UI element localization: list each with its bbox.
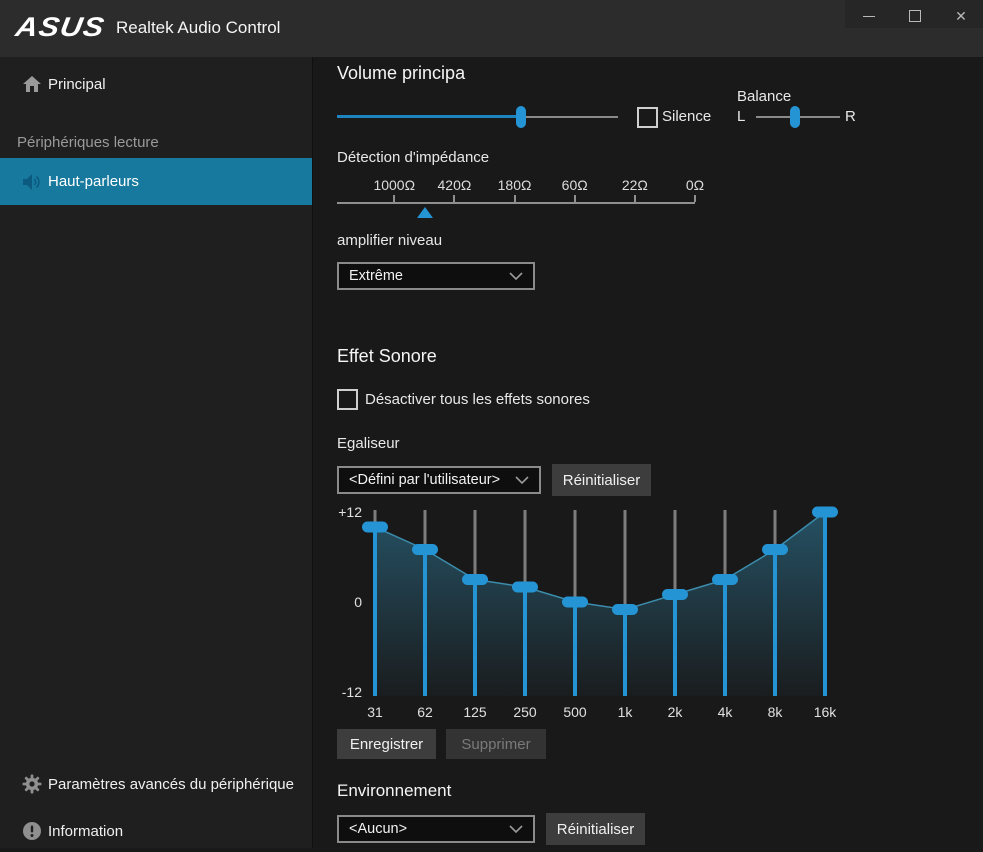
amplifier-select[interactable]: Extrême (337, 262, 535, 290)
impedance-scale-line (337, 202, 695, 204)
chevron-down-icon (509, 272, 523, 280)
window-title: Realtek Audio Control (116, 18, 280, 38)
sidebar-item-speakers[interactable]: Haut-parleurs (0, 158, 312, 205)
chevron-down-icon (509, 825, 523, 833)
eq-frequency-label: 2k (668, 704, 684, 720)
minimize-button[interactable] (852, 4, 886, 28)
impedance-marker-icon (417, 207, 433, 218)
asus-logo: ASUS (13, 12, 107, 43)
sidebar: Principal Périphériques lecture Haut-par… (0, 57, 313, 848)
impedance-label: Détection d'impédance (337, 149, 489, 166)
impedance-tick-mark (574, 195, 576, 202)
amplifier-select-value: Extrême (349, 268, 509, 284)
equalizer-chart[interactable]: +12 0 -12 31 62 125 250 500 1k 2k 4k 8k 16k (330, 503, 890, 728)
volume-slider-thumb[interactable] (516, 106, 526, 128)
volume-slider-fill (337, 115, 521, 118)
eq-ytick-label: +12 (338, 504, 362, 520)
gear-icon (22, 774, 42, 794)
maximize-button[interactable] (898, 4, 932, 28)
eq-band-thumb[interactable] (662, 589, 688, 600)
eq-frequency-label: 31 (367, 704, 383, 720)
maximize-icon (909, 10, 921, 22)
disable-effects-label: Désactiver tous les effets sonores (365, 391, 590, 408)
silence-checkbox[interactable] (637, 107, 658, 128)
amplifier-label: amplifier niveau (337, 232, 442, 249)
eq-frequency-label: 8k (768, 704, 784, 720)
eq-frequency-label: 62 (417, 704, 433, 720)
eq-band-thumb[interactable] (462, 574, 488, 585)
equalizer-save-button[interactable]: Enregistrer (337, 729, 436, 759)
impedance-tick-label: 60Ω (562, 177, 588, 193)
impedance-tick-label: 420Ω (438, 177, 472, 193)
eq-frequency-label: 125 (463, 704, 487, 720)
impedance-tick-label: 180Ω (498, 177, 532, 193)
impedance-tick-label: 1000Ω (373, 177, 415, 193)
eq-band-thumb[interactable] (612, 604, 638, 615)
eq-ytick-label: -12 (342, 684, 362, 700)
impedance-tick-mark (634, 195, 636, 202)
volume-slider[interactable] (337, 105, 618, 129)
eq-band-thumb[interactable] (362, 522, 388, 533)
chevron-down-icon (515, 476, 529, 484)
close-icon: ✕ (955, 8, 967, 25)
minimize-icon (863, 16, 875, 17)
volume-title: Volume principa (337, 63, 465, 84)
effects-title: Effet Sonore (337, 346, 437, 367)
impedance-tick-label: 0Ω (686, 177, 704, 193)
balance-label: Balance (737, 88, 791, 105)
eq-frequency-label: 4k (718, 704, 734, 720)
balance-slider[interactable] (756, 105, 840, 129)
eq-band-thumb[interactable] (812, 507, 838, 518)
equalizer-delete-button[interactable]: Supprimer (446, 729, 546, 759)
environment-reset-button[interactable]: Réinitialiser (546, 813, 645, 845)
sidebar-item-label: Information (48, 823, 123, 840)
impedance-tick-label: 22Ω (622, 177, 648, 193)
equalizer-preset-select[interactable]: <Défini par l'utilisateur> (337, 466, 541, 494)
eq-frequency-label: 1k (618, 704, 634, 720)
speaker-icon (20, 171, 42, 193)
sidebar-item-principal[interactable]: Principal (0, 63, 312, 105)
impedance-tick-mark (453, 195, 455, 202)
impedance-tick-mark (393, 195, 395, 202)
eq-band-thumb[interactable] (562, 597, 588, 608)
eq-frequency-label: 16k (814, 704, 838, 720)
balance-slider-thumb[interactable] (790, 106, 800, 128)
sidebar-item-label: Paramètres avancés du périphérique (48, 776, 294, 793)
eq-ytick-label: 0 (354, 594, 362, 610)
balance-left-label: L (737, 108, 745, 125)
environment-label: Environnement (337, 781, 451, 801)
title-bar: ASUS Realtek Audio Control ✕ (0, 0, 983, 57)
close-button[interactable]: ✕ (944, 4, 978, 28)
eq-band-thumb[interactable] (762, 544, 788, 555)
impedance-tick-mark (694, 195, 696, 202)
info-icon (22, 821, 42, 841)
eq-frequency-label: 500 (563, 704, 587, 720)
impedance-tick-mark (514, 195, 516, 202)
home-icon (22, 74, 42, 94)
disable-effects-checkbox[interactable] (337, 389, 358, 410)
environment-select[interactable]: <Aucun> (337, 815, 535, 843)
equalizer-label: Egaliseur (337, 435, 400, 452)
balance-right-label: R (845, 108, 856, 125)
sidebar-item-advanced-settings[interactable]: Paramètres avancés du périphérique (0, 763, 312, 805)
environment-select-value: <Aucun> (349, 821, 509, 837)
eq-band-thumb[interactable] (712, 574, 738, 585)
sidebar-item-label: Principal (48, 76, 106, 93)
eq-area-fill (375, 512, 825, 696)
silence-label: Silence (662, 108, 711, 125)
eq-frequency-label: 250 (513, 704, 537, 720)
sidebar-section-playback-devices: Périphériques lecture (17, 134, 159, 151)
equalizer-preset-value: <Défini par l'utilisateur> (349, 472, 515, 488)
sidebar-item-label: Haut-parleurs (48, 173, 139, 190)
impedance-scale: 1000Ω420Ω180Ω60Ω22Ω0Ω (337, 177, 695, 221)
eq-band-thumb[interactable] (512, 582, 538, 593)
eq-band-thumb[interactable] (412, 544, 438, 555)
sidebar-item-information[interactable]: Information (0, 810, 312, 852)
equalizer-reset-button[interactable]: Réinitialiser (552, 464, 651, 496)
